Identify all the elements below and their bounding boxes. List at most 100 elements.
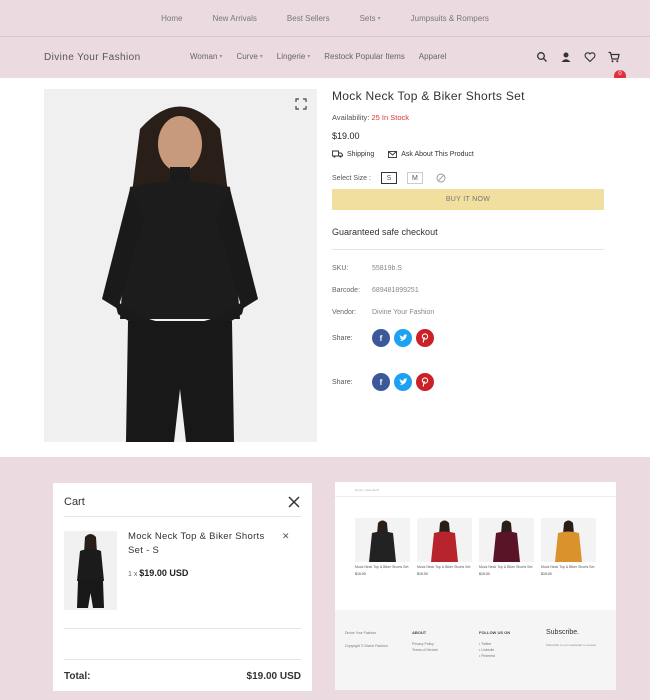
topnav-item-new-arrivals[interactable]: New Arrivals [197, 14, 271, 23]
chevron-down-icon: ▾ [377, 15, 381, 22]
shipping-label: Shipping [347, 150, 375, 158]
product-title: Mock Neck Top & Biker Shorts Set [332, 89, 525, 103]
topnav-item-sets[interactable]: Sets ▾ [345, 14, 396, 23]
mainnav-item-lingerie[interactable]: Lingerie ▾ [277, 52, 310, 61]
divider [64, 628, 301, 629]
header-icons: 0 [536, 50, 626, 82]
truck-icon [332, 150, 343, 158]
cart-item-qty: 1 x $19.00 USD [128, 568, 188, 578]
divider [64, 516, 301, 517]
close-icon[interactable] [288, 495, 300, 508]
footer-brand: Divine Your Fashion [345, 631, 377, 635]
chevron-down-icon: ▾ [259, 54, 263, 60]
cart-item-image[interactable] [64, 531, 117, 610]
facebook-icon[interactable]: f [372, 329, 390, 347]
vendor-row: Vendor: Divine Your Fashion [332, 309, 604, 316]
unavailable-size-icon[interactable] [433, 172, 449, 184]
guarantee-text: Guaranteed safe checkout [332, 227, 604, 250]
header: Divine Your Fashion Woman ▾ Curve ▾ Lingerie… [0, 36, 650, 82]
product-card-price: $19.00 [479, 572, 490, 576]
barcode-value: 689481899251 [372, 287, 419, 294]
product-card[interactable]: Mock Neck Top & Biker Shorts Set $19.00 [417, 518, 472, 576]
product-card[interactable]: Mock Neck Top & Biker Shorts Set $19.00 [355, 518, 410, 576]
chevron-down-icon: ▾ [307, 54, 311, 60]
mainnav-item-woman[interactable]: Woman ▾ [190, 52, 222, 61]
product-card-name[interactable]: Mock Neck Top & Biker Shorts Set [417, 565, 472, 569]
twitter-icon[interactable] [394, 329, 412, 347]
vendor-label: Vendor: [332, 309, 357, 316]
main-nav: Woman ▾ Curve ▾ Lingerie ▾ Restock Popular Ite… [190, 52, 460, 61]
sku-value: 55819b.S [372, 265, 402, 272]
product-card[interactable]: Mock Neck Top & Biker Shorts Set $19.00 [541, 518, 596, 576]
footer: Divine Your Fashion Copyright © Divine F… [335, 610, 616, 690]
mainnav-item-curve[interactable]: Curve ▾ [236, 52, 262, 61]
share-row-2: Share: f [332, 373, 604, 391]
divider [335, 496, 616, 497]
product-price: $19.00 [332, 131, 360, 141]
barcode-label: Barcode: [332, 287, 361, 294]
product-card-image[interactable] [417, 518, 472, 562]
footer-about-heading: ABOUT [412, 630, 427, 635]
mainnav-item-restock-popular-items[interactable]: Restock Popular Items [324, 52, 404, 61]
product-card-image[interactable] [479, 518, 534, 562]
collection-preview: Home / Sets Ruch Mock Neck Top & Biker S… [335, 482, 616, 690]
product-image[interactable] [44, 89, 317, 442]
product-card-name[interactable]: Mock Neck Top & Biker Shorts Set [479, 565, 534, 569]
ask-label: Ask About This Product [401, 150, 474, 158]
product-card-image[interactable] [541, 518, 596, 562]
cart-item-price: $19.00 USD [139, 568, 189, 578]
vendor-value[interactable]: Divine Your Fashion [372, 309, 434, 316]
site-logo[interactable]: Divine Your Fashion [44, 52, 141, 63]
sku-label: SKU: [332, 265, 349, 272]
footer-subscribe-heading: Subscribe. [546, 629, 580, 636]
product-info: Mock Neck Top & Biker Shorts Set Availab… [332, 89, 604, 391]
mainnav-item-apparel[interactable]: Apparel [419, 52, 447, 61]
cart-title: Cart [64, 496, 85, 508]
footer-link-pinterest[interactable]: • Pinterest [479, 653, 510, 659]
cart-icon[interactable]: 0 [608, 50, 626, 82]
footer-about-col: ABOUT Privacy Policy Terms of Service [412, 630, 438, 653]
product-card-price: $19.00 [355, 572, 366, 576]
share-label: Share: [332, 334, 353, 342]
product-card-name[interactable]: Mock Neck Top & Biker Shorts Set [541, 565, 596, 569]
topnav-item-home[interactable]: Home [146, 14, 197, 23]
breadcrumb: Home / Sets Ruch [355, 488, 380, 492]
buy-now-button[interactable]: BUY IT NOW [332, 189, 604, 210]
availability: Availability: 25 In Stock [332, 113, 604, 122]
product-card-price: $19.00 [417, 572, 428, 576]
availability-label: Availability: [332, 113, 370, 122]
expand-icon[interactable] [295, 97, 307, 110]
pinterest-icon[interactable] [416, 373, 434, 391]
cart-total-value: $19.00 USD [246, 671, 301, 682]
pinterest-icon[interactable] [416, 329, 434, 347]
wishlist-icon[interactable] [584, 50, 596, 63]
product-section: Mock Neck Top & Biker Shorts Set Availab… [0, 78, 650, 457]
cart-item-name[interactable]: Mock Neck Top & Biker Shorts Set - S [128, 530, 278, 558]
size-label: Select Size : [332, 174, 371, 182]
divider [64, 659, 301, 660]
mail-icon [388, 150, 398, 158]
cart-total-label: Total: [64, 671, 91, 682]
topnav-item-jumpsuits-rompers[interactable]: Jumpsuits & Rompers [396, 14, 504, 23]
size-option-m[interactable]: M [406, 172, 423, 184]
account-icon[interactable] [560, 50, 572, 62]
topnav-item-best-sellers[interactable]: Best Sellers [272, 14, 345, 23]
cart-item-quantity: 1 x [128, 571, 138, 578]
footer-copyright: Copyright © Divine Fashion [345, 644, 388, 648]
product-card-price: $19.00 [541, 572, 552, 576]
remove-item-icon[interactable]: ✕ [282, 531, 290, 542]
size-option-s[interactable]: S [380, 172, 397, 184]
share-label-2: Share: [332, 378, 353, 386]
ask-product-link[interactable]: Ask About This Product [388, 150, 474, 158]
shipping-link[interactable]: Shipping [332, 150, 374, 158]
facebook-icon[interactable]: f [372, 373, 390, 391]
product-card[interactable]: Mock Neck Top & Biker Shorts Set $19.00 [479, 518, 534, 576]
footer-link-terms[interactable]: Terms of Service [412, 647, 438, 653]
footer-subscribe-text: Subscribe to our newsletter to receive [546, 643, 597, 647]
search-icon[interactable] [536, 50, 548, 62]
twitter-icon[interactable] [394, 373, 412, 391]
product-card-name[interactable]: Mock Neck Top & Biker Shorts Set [355, 565, 410, 569]
share-row: Share: f [332, 329, 604, 347]
sku-row: SKU: 55819b.S [332, 265, 604, 272]
product-card-image[interactable] [355, 518, 410, 562]
